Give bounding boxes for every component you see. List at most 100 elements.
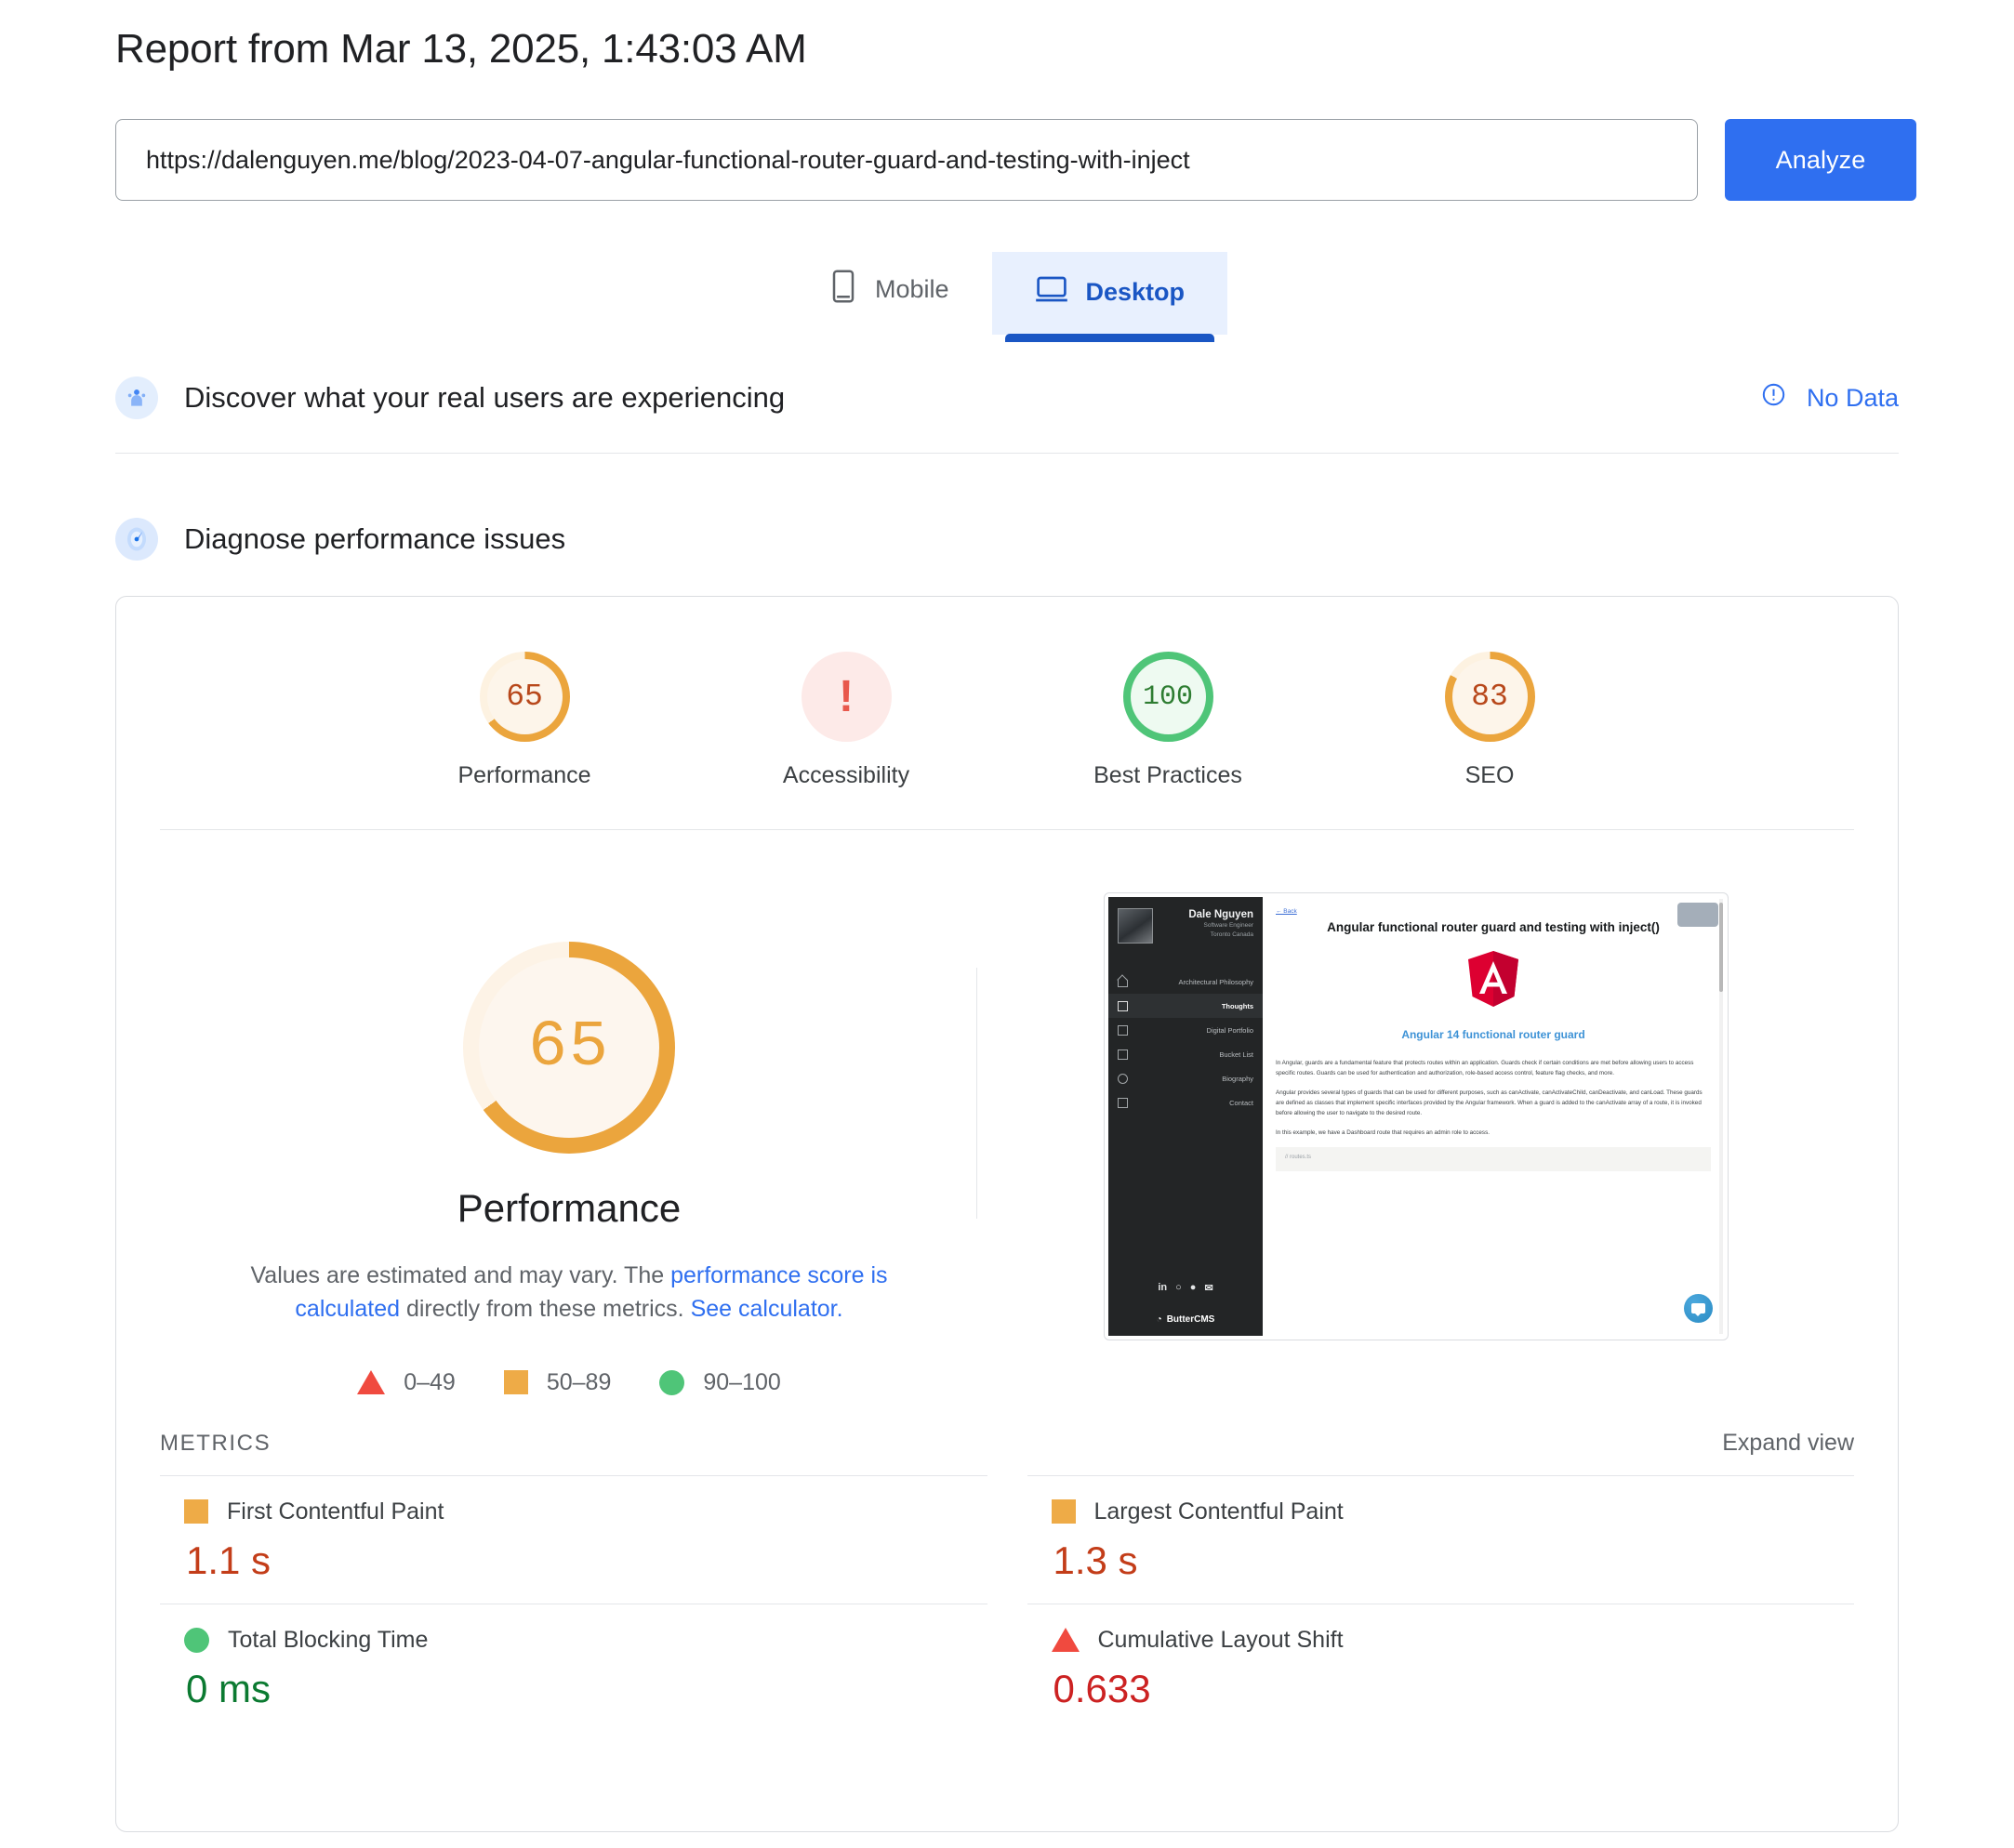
thumbnail-nav-label: Thoughts: [1221, 1001, 1253, 1010]
category-score-performance[interactable]: 65 Performance: [427, 652, 622, 789]
thumbnail-site-location: Toronto Canada: [1210, 931, 1253, 939]
thumbnail-site-role: Software Engineer: [1203, 922, 1253, 930]
hero-title: Performance: [457, 1186, 682, 1230]
pencil-icon: [1118, 1000, 1128, 1011]
score-legend: 0–49 50–89 90–100: [160, 1369, 978, 1396]
thumbnail-nav-label: Biography: [1222, 1074, 1253, 1083]
tab-mobile[interactable]: Mobile: [787, 246, 992, 335]
metric-label: First Contentful Paint: [227, 1498, 444, 1525]
hero-left-column: 65 Performance Values are estimated and …: [160, 830, 978, 1396]
gauge-seo-label: SEO: [1464, 762, 1515, 788]
thumbnail-nav-label: Contact: [1229, 1098, 1253, 1107]
tab-desktop-label: Desktop: [1085, 278, 1186, 306]
hero-right-column: Dale Nguyen Software Engineer Toronto Ca…: [978, 830, 1854, 1396]
thumbnail-scrollbar: [1719, 899, 1723, 1334]
final-screenshot-thumbnail[interactable]: Dale Nguyen Software Engineer Toronto Ca…: [1104, 892, 1729, 1340]
field-data-title: Discover what your real users are experi…: [184, 381, 786, 414]
category-score-seo[interactable]: 83 SEO: [1392, 652, 1587, 789]
grid-icon: [1118, 1024, 1128, 1036]
thumbnail-back-link: ← Back: [1276, 908, 1297, 915]
thumbnail-nav-item-digital-portfolio: Digital Portfolio: [1108, 1018, 1263, 1042]
thumbnail-brand: ◔ ButterCMS: [1108, 1314, 1263, 1336]
metric-label: Total Blocking Time: [228, 1626, 429, 1653]
tab-desktop[interactable]: Desktop: [991, 252, 1228, 342]
url-analyze-row: Analyze: [115, 119, 1916, 201]
square-icon: [184, 1499, 208, 1524]
see-calculator-link[interactable]: See calculator.: [691, 1296, 843, 1322]
thumbnail-nav-item-biography: Biography: [1108, 1066, 1263, 1090]
metrics-grid: First Contentful Paint 1.1 s Largest Con…: [116, 1474, 1898, 1732]
hero-desc-part1: Values are estimated and may vary. The: [250, 1262, 671, 1288]
hero-desc-part2: directly from these metrics.: [400, 1296, 691, 1323]
clipboard-icon: [1118, 1049, 1128, 1060]
mail-icon: [1118, 1097, 1128, 1108]
legend-label-poor: 0–49: [404, 1368, 456, 1395]
thumbnail-site-sidebar: Dale Nguyen Software Engineer Toronto Ca…: [1108, 897, 1263, 1336]
square-icon: [1051, 1499, 1076, 1524]
diagnostics-section: Diagnose performance issues: [115, 518, 1899, 561]
metric-largest-contentful-paint[interactable]: Largest Contentful Paint 1.3 s: [1027, 1474, 1854, 1604]
status-badge: No Data: [1806, 383, 1899, 412]
metric-value: 0 ms: [186, 1666, 272, 1710]
thumbnail-paragraph: Angular provides several types of guards…: [1276, 1089, 1703, 1116]
thumbnail-site-name: Dale Nguyen: [1188, 909, 1253, 920]
pagespeed-report-page: Report from Mar 13, 2025, 1:43:03 AM Ana…: [0, 0, 2014, 1848]
gauge-accessibility-label: Accessibility: [782, 762, 910, 788]
gauge-performance: 65: [479, 652, 570, 742]
analyze-button[interactable]: Analyze: [1725, 119, 1916, 201]
section-divider: [115, 453, 1899, 454]
diagnostics-title: Diagnose performance issues: [184, 522, 566, 555]
url-input[interactable]: [115, 119, 1698, 201]
hero-description: Values are estimated and may vary. The p…: [202, 1259, 936, 1327]
thumbnail-nav-item-thoughts: Thoughts: [1108, 994, 1263, 1018]
gauge-seo: 83: [1444, 652, 1535, 742]
page-title: Report from Mar 13, 2025, 1:43:03 AM: [115, 26, 807, 72]
metric-value: 0.633: [1053, 1666, 1151, 1710]
thumbnail-nav-item-bucket-list: Bucket List: [1108, 1042, 1263, 1066]
thumbnail-nav-label: Digital Portfolio: [1206, 1025, 1253, 1035]
thumbnail-page-subheading: Angular 14 functional router guard: [1401, 1027, 1585, 1041]
metric-value: 1.3 s: [1053, 1538, 1138, 1582]
mobile-icon: [829, 269, 857, 310]
buttercms-logo-icon: ◔: [1156, 1314, 1162, 1325]
metrics-header: METRICS Expand view: [116, 1430, 1898, 1457]
angular-logo-icon: [1466, 950, 1520, 1008]
gauge-seo-value: 83: [1471, 680, 1508, 714]
gauge-performance-value: 65: [506, 680, 543, 714]
home-icon: [1118, 977, 1128, 987]
github-icon: ○: [1175, 1282, 1182, 1293]
legend-item-average: 50–89: [503, 1369, 611, 1396]
thumbnail-paragraph: In this example, we have a Dashboard rou…: [1276, 1129, 1490, 1136]
metric-value: 1.1 s: [186, 1538, 272, 1582]
category-score-row: 65 Performance ! Accessibility 100 Best …: [116, 597, 1898, 789]
no-data-status[interactable]: No Data: [1761, 382, 1899, 414]
gauge-performance-label: Performance: [457, 762, 591, 788]
category-score-accessibility[interactable]: ! Accessibility: [749, 652, 944, 789]
metric-total-blocking-time[interactable]: Total Blocking Time 0 ms: [160, 1603, 987, 1732]
linkedin-icon: in: [1158, 1282, 1168, 1293]
metric-first-contentful-paint[interactable]: First Contentful Paint 1.1 s: [160, 1474, 987, 1604]
device-tab-bar: Mobile Desktop: [0, 246, 2014, 342]
thumbnail-page-heading: Angular functional router guard and test…: [1327, 920, 1660, 934]
thumbnail-nav-label: Architectural Philosophy: [1178, 977, 1253, 986]
lighthouse-gauge-icon: [115, 518, 158, 561]
thumbnail-nav-item-contact: Contact: [1108, 1090, 1263, 1115]
thumbnail-site-content: ← Back Angular functional router guard a…: [1263, 897, 1724, 1336]
metric-label: Cumulative Layout Shift: [1097, 1626, 1344, 1653]
gauge-accessibility-value: !: [839, 671, 854, 721]
metric-cumulative-layout-shift[interactable]: Cumulative Layout Shift 0.633: [1027, 1603, 1854, 1732]
metrics-label: METRICS: [160, 1430, 272, 1456]
avatar: [1118, 908, 1153, 944]
triangle-icon: [1051, 1628, 1080, 1652]
expand-view-button[interactable]: Expand view: [1722, 1430, 1854, 1457]
thumbnail-brand-label: ButterCMS: [1166, 1314, 1215, 1325]
field-data-section: Discover what your real users are experi…: [115, 376, 1899, 419]
performance-hero: 65 Performance Values are estimated and …: [116, 830, 1898, 1396]
thumbnail-code-block: // routes.ts: [1276, 1147, 1711, 1172]
category-score-best-practices[interactable]: 100 Best Practices: [1070, 652, 1265, 789]
square-icon: [503, 1370, 528, 1394]
chat-widget-icon: [1684, 1294, 1713, 1323]
real-users-icon: [115, 376, 158, 419]
thumbnail-corner-badge: [1677, 903, 1718, 927]
legend-item-poor: 0–49: [357, 1369, 456, 1396]
